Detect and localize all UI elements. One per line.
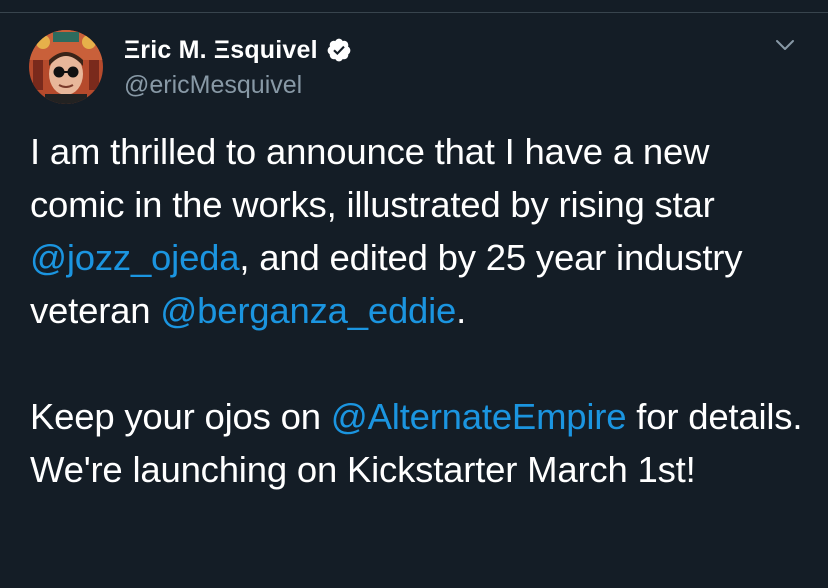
tweet-text-segment: . <box>456 290 467 331</box>
author-row: Ξric M. Ξsquivel <box>124 34 352 66</box>
chevron-down-icon[interactable] <box>772 35 798 55</box>
tweet-text-segment: I am thrilled to announce that I have a … <box>30 131 715 225</box>
mention-link[interactable]: @jozz_ojeda <box>30 237 240 278</box>
tweet-paragraph-1: I am thrilled to announce that I have a … <box>30 125 810 337</box>
top-divider <box>0 0 828 13</box>
avatar[interactable] <box>29 30 103 104</box>
tweet-text: I am thrilled to announce that I have a … <box>30 125 810 496</box>
mention-link[interactable]: @AlternateEmpire <box>331 396 627 437</box>
mention-link[interactable]: @berganza_eddie <box>160 290 456 331</box>
tweet-paragraph-2: Keep your ojos on @AlternateEmpire for d… <box>30 390 810 496</box>
tweet-card: Ξric M. Ξsquivel @ericMesquivel I am thr… <box>0 13 828 588</box>
author-handle[interactable]: @ericMesquivel <box>124 71 302 100</box>
tweet-text-segment: Keep your ojos on <box>30 396 331 437</box>
display-name[interactable]: Ξric M. Ξsquivel <box>124 36 318 65</box>
avatar-image <box>29 30 103 104</box>
verified-badge-icon <box>327 38 351 62</box>
